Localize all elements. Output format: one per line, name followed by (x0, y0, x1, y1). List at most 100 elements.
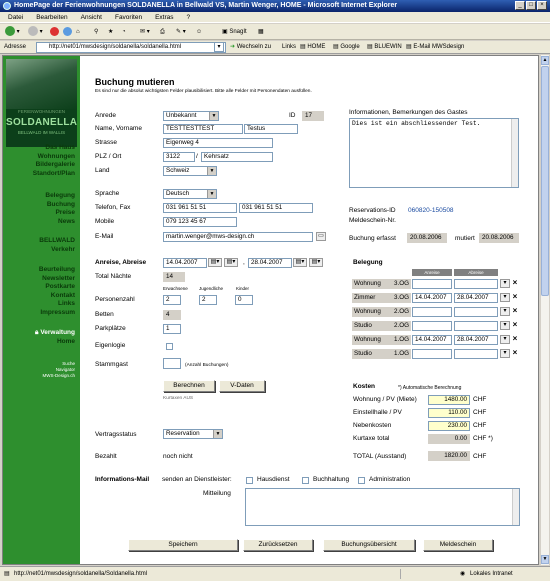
nav-links[interactable]: Links (3, 300, 75, 309)
sprache-select[interactable]: Deutsch (163, 189, 217, 199)
nav-preise[interactable]: Preise (3, 209, 75, 218)
delete-icon[interactable]: × (511, 335, 519, 344)
belegung-anreise-input[interactable] (412, 307, 452, 317)
stammgast-input[interactable] (163, 358, 181, 369)
name-input[interactable]: TESTTESTTEST (163, 124, 243, 134)
anreise-input[interactable]: 14.04.2007 (163, 258, 207, 268)
snagit-capture-icon[interactable]: ▦ (258, 26, 264, 38)
eigenlogie-checkbox[interactable] (166, 343, 173, 350)
menu-ansicht[interactable]: Ansicht (73, 12, 107, 23)
minimize-icon[interactable]: _ (515, 1, 525, 10)
stop-icon[interactable] (50, 26, 59, 38)
nav-belegung[interactable]: Belegung (3, 192, 75, 201)
einstellhalle-input[interactable]: 110.00 (428, 408, 470, 418)
belegung-anreise-input[interactable] (412, 279, 452, 289)
belegung-abreise-input[interactable]: 28.04.2007 (454, 335, 498, 345)
menu-datei[interactable]: Datei (0, 12, 28, 23)
nav-verkehr[interactable]: Verkehr (3, 246, 75, 255)
messenger-icon[interactable]: ☺ (196, 26, 202, 38)
calendar-icon[interactable]: ▤▾ (293, 258, 307, 267)
anrede-select[interactable]: Unbekannt (163, 111, 219, 121)
vorname-input[interactable]: Testus (244, 124, 298, 134)
abreise-input[interactable]: 28.04.2007 (248, 258, 292, 268)
kinder-input[interactable]: 0 (235, 295, 253, 305)
nav-newsletter[interactable]: Newsletter (3, 275, 75, 284)
nav-bildergalerie[interactable]: Bildergalerie (3, 161, 75, 170)
home-icon[interactable]: ⌂ (76, 26, 80, 38)
nav-news[interactable]: News (3, 218, 75, 227)
link-home[interactable]: ▤ HOME (300, 43, 325, 52)
nav-mws-design[interactable]: MWS-Design.ch (42, 373, 75, 379)
snagit-button[interactable]: ▣ SnagIt (222, 26, 247, 38)
telefon-input[interactable]: 031 961 51 51 (163, 203, 237, 213)
strasse-input[interactable]: Eigenweg 4 (163, 138, 273, 148)
delete-icon[interactable]: × (511, 321, 519, 330)
jugendliche-input[interactable]: 2 (199, 295, 217, 305)
scroll-thumb[interactable] (541, 66, 549, 296)
calendar-icon[interactable]: ▾ (500, 307, 510, 316)
hausdienst-checkbox[interactable] (246, 477, 253, 484)
nav-bellwald[interactable]: BELLWALD (3, 237, 75, 246)
speichern-button[interactable]: Speichern (128, 539, 238, 551)
link-google[interactable]: ▤ Google (333, 43, 360, 52)
nav-beurteilung[interactable]: Beurteilung (3, 266, 75, 275)
wohnung-pv-input[interactable]: 1480.00 (428, 395, 470, 405)
calendar-icon[interactable]: ▾ (500, 335, 510, 344)
calendar-icon[interactable]: ▾ (500, 349, 510, 358)
parkplaetze-input[interactable]: 1 (163, 324, 181, 334)
nav-buchung[interactable]: Buchung (3, 201, 75, 210)
menu-bearbeiten[interactable]: Bearbeiten (28, 12, 72, 23)
menu-extras[interactable]: Extras (147, 12, 178, 23)
forward-button[interactable]: ▾ (28, 26, 43, 38)
address-input[interactable]: http://net01/mwsdesign/soldanella/soldan… (36, 42, 226, 53)
info-textarea[interactable]: Dies ist ein abschliessender Test. (349, 118, 519, 188)
berechnen-button[interactable]: Berechnen (163, 380, 215, 392)
ort-input[interactable]: Kehrsatz (201, 152, 273, 162)
scroll-down-icon[interactable]: ▼ (541, 555, 549, 564)
belegung-abreise-input[interactable] (454, 321, 498, 331)
nav-wohnungen[interactable]: Wohnungen (3, 153, 75, 162)
belegung-abreise-input[interactable] (454, 307, 498, 317)
administration-checkbox[interactable] (358, 477, 365, 484)
nav-das-haus[interactable]: Das Haus (3, 144, 75, 153)
vdaten-button[interactable]: V-Daten (219, 380, 265, 392)
nav-verwaltung[interactable]: 🔒︎ Verwaltung (3, 329, 75, 338)
belegung-abreise-input[interactable] (454, 279, 498, 289)
menu-help[interactable]: ? (179, 12, 196, 23)
delete-icon[interactable]: × (511, 349, 519, 358)
delete-icon[interactable]: × (511, 279, 519, 288)
close-icon[interactable]: × (537, 1, 547, 10)
belegung-abreise-input[interactable]: 28.04.2007 (454, 293, 498, 303)
mitteilung-scrollbar[interactable] (512, 489, 519, 525)
belegung-abreise-input[interactable] (454, 349, 498, 359)
link-bluewin[interactable]: ▤ BLUEWIN (367, 43, 402, 52)
calendar-icon[interactable]: ▤▾ (224, 258, 238, 267)
send-mail-icon[interactable]: ▭ (316, 232, 326, 241)
mail-icon[interactable]: ✉ ▾ (140, 26, 150, 38)
go-button[interactable]: ➜ Wechseln zu (230, 43, 271, 52)
land-select[interactable]: Schweiz (163, 166, 217, 176)
favorites-icon[interactable]: ★ (108, 26, 113, 38)
calendar-icon[interactable]: ▤▾ (208, 258, 222, 267)
nav-kontakt[interactable]: Kontakt (3, 292, 75, 301)
search-icon[interactable]: ⚲ (94, 26, 98, 38)
edit-icon[interactable]: ✎ ▾ (176, 26, 186, 38)
address-dropdown-icon[interactable]: ▾ (214, 42, 224, 52)
vertragsstatus-select[interactable]: Reservation (163, 429, 223, 439)
nav-impressum[interactable]: Impressum (3, 309, 75, 318)
meldeschein-button[interactable]: Meldeschein (423, 539, 493, 551)
fax-input[interactable]: 031 961 51 51 (239, 203, 313, 213)
mobile-input[interactable]: 079 123 45 67 (163, 217, 237, 227)
erwachsene-input[interactable]: 2 (163, 295, 181, 305)
calendar-icon[interactable]: ▾ (500, 293, 510, 302)
nav-home[interactable]: Home (3, 338, 75, 347)
link-email-mwsdesign[interactable]: ▤ E-Mail MWSdesign (406, 43, 464, 52)
zuruecksetzen-button[interactable]: Zurücksetzen (243, 539, 313, 551)
nebenkosten-input[interactable]: 230.00 (428, 421, 470, 431)
calendar-icon[interactable]: ▤▾ (309, 258, 323, 267)
refresh-icon[interactable] (63, 26, 72, 38)
plz-input[interactable]: 3122 (163, 152, 195, 162)
scroll-up-icon[interactable]: ▲ (541, 56, 549, 65)
belegung-anreise-input[interactable] (412, 321, 452, 331)
delete-icon[interactable]: × (511, 307, 519, 316)
